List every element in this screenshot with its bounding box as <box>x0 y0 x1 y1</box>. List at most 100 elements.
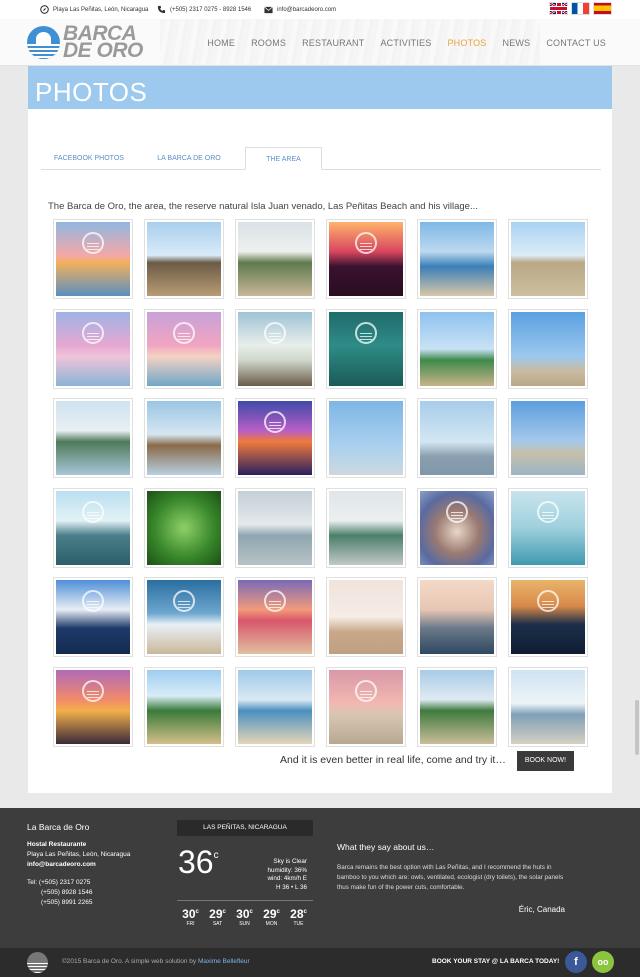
footer-email[interactable]: info@barcadeoro.com <box>27 860 130 870</box>
site-header: BARCA DE ORO HOME ROOMS RESTAURANT ACTIV… <box>0 19 640 66</box>
phone-icon <box>157 5 166 14</box>
nav-rooms[interactable]: ROOMS <box>251 38 286 48</box>
nav-news[interactable]: NEWS <box>503 38 531 48</box>
photo-image <box>56 490 130 565</box>
gallery-photo[interactable] <box>53 487 133 568</box>
gallery-photo[interactable] <box>53 308 133 389</box>
footer-brand: La Barca de Oro <box>27 822 90 832</box>
site-footer: La Barca de Oro Hostal Restaurante Playa… <box>0 808 640 948</box>
gallery-photo[interactable] <box>417 398 497 478</box>
photo-image <box>238 311 312 386</box>
photo-image <box>238 580 312 654</box>
gallery-photo[interactable] <box>144 487 224 568</box>
book-stay-link[interactable]: BOOK YOUR STAY @ LA BARCA TODAY! <box>432 958 559 965</box>
gallery-photo[interactable] <box>53 398 133 478</box>
address-info: Playa Las Peñitas, León, Nicaragua <box>40 5 148 14</box>
watermark-logo-icon <box>537 590 559 613</box>
photo-image <box>511 401 585 475</box>
watermark-logo-icon <box>264 411 286 434</box>
weather-current-temp: 36c <box>178 844 219 881</box>
tab-facebook-photos[interactable]: FACEBOOK PHOTOS <box>49 147 129 170</box>
gallery-photo[interactable] <box>53 219 133 299</box>
envelope-icon <box>264 5 273 14</box>
nav-restaurant[interactable]: RESTAURANT <box>302 38 364 48</box>
gallery-photo[interactable] <box>326 666 406 747</box>
footer-tel-2: (+505) 8928 1546 <box>41 889 93 896</box>
gallery-photo[interactable] <box>326 487 406 568</box>
book-now-button[interactable]: BOOK NOW! <box>517 751 574 771</box>
tab-the-area[interactable]: THE AREA <box>245 147 322 170</box>
copyright-text: ©2015 Barca de Oro. A simple web solutio… <box>62 958 197 965</box>
gallery-photo[interactable] <box>326 398 406 478</box>
watermark-logo-icon <box>173 321 195 344</box>
gallery-photo[interactable] <box>417 487 497 568</box>
watermark-logo-icon <box>264 321 286 344</box>
gallery-photo[interactable] <box>53 577 133 657</box>
gallery-photo[interactable] <box>235 219 315 299</box>
watermark-logo-icon <box>355 321 377 344</box>
logo-line-2: DE ORO <box>63 39 143 62</box>
gallery-photo[interactable] <box>508 577 588 657</box>
gallery-photo[interactable] <box>508 666 588 747</box>
gallery-photo[interactable] <box>508 308 588 389</box>
nav-home[interactable]: HOME <box>207 38 235 48</box>
tripadvisor-icon[interactable]: oo <box>592 951 614 973</box>
footer-logo-icon[interactable] <box>27 952 48 973</box>
nav-contact-us[interactable]: CONTACT US <box>546 38 606 48</box>
watermark-logo-icon <box>355 232 377 255</box>
gallery-photo[interactable] <box>508 487 588 568</box>
photo-image <box>420 222 494 296</box>
watermark-logo-icon <box>82 321 104 344</box>
gallery-photo[interactable] <box>235 308 315 389</box>
gallery-photo[interactable] <box>326 577 406 657</box>
gallery-photo[interactable] <box>144 308 224 389</box>
gallery-photo[interactable] <box>417 666 497 747</box>
spain-flag-icon[interactable] <box>593 2 612 15</box>
gallery-photo[interactable] <box>144 219 224 299</box>
gallery-photo[interactable] <box>235 398 315 478</box>
gallery-photo[interactable] <box>508 219 588 299</box>
gallery-photo[interactable] <box>417 577 497 657</box>
gallery-photo[interactable] <box>235 666 315 747</box>
gallery-photo[interactable] <box>235 487 315 568</box>
content-panel: PHOTOS FACEBOOK PHOTOS LA BARCA DE ORO T… <box>28 66 612 793</box>
photo-image <box>56 222 130 296</box>
nav-photos[interactable]: PHOTOS <box>447 38 486 48</box>
gallery-photo[interactable] <box>144 398 224 478</box>
watermark-logo-icon <box>82 500 104 523</box>
weather-temp-value: 36 <box>178 844 214 880</box>
footer-subtitle: Hostal Restaurante <box>27 841 87 848</box>
email-info[interactable]: info@barcadeoro.com <box>264 5 336 14</box>
phone-info: (+505) 2317 0275 - 8928 1546 <box>157 5 251 14</box>
testimonial-author: Éric, Canada <box>518 905 565 914</box>
gallery-photo[interactable] <box>144 577 224 657</box>
watermark-logo-icon <box>82 679 104 702</box>
weather-location: LAS PEÑITAS, NICARAGUA <box>177 820 313 836</box>
photo-image <box>329 222 403 296</box>
address-text: Playa Las Peñitas, León, Nicaragua <box>53 6 149 13</box>
gallery-photo[interactable] <box>508 398 588 478</box>
main-nav: HOME ROOMS RESTAURANT ACTIVITIES PHOTOS … <box>207 38 606 48</box>
forecast-day: 29c SAT <box>209 907 226 927</box>
gallery-photo[interactable] <box>417 219 497 299</box>
tab-la-barca-de-oro[interactable]: LA BARCA DE ORO <box>149 147 229 170</box>
weather-forecast: 30c FRI 29c SAT 30c SUN 29c MON 28c TUE <box>181 907 308 927</box>
gallery-photo[interactable] <box>326 308 406 389</box>
gallery-intro: The Barca de Oro, the area, the reserve … <box>48 201 478 212</box>
logo-sun-icon <box>27 25 60 59</box>
uk-flag-icon[interactable] <box>549 2 568 15</box>
page-scrollbar[interactable] <box>635 700 639 755</box>
photo-image <box>511 311 585 386</box>
site-logo[interactable]: BARCA DE ORO <box>27 23 143 62</box>
gallery-photo[interactable] <box>144 666 224 747</box>
gallery-photo[interactable] <box>53 666 133 747</box>
email-link[interactable]: info@barcadeoro.com <box>277 7 336 13</box>
gallery-photo[interactable] <box>417 308 497 389</box>
gallery-photo[interactable] <box>326 219 406 299</box>
author-link[interactable]: Maxime Bellefleur <box>198 958 250 965</box>
france-flag-icon[interactable] <box>571 2 590 15</box>
facebook-icon[interactable]: f <box>565 951 587 973</box>
nav-activities[interactable]: ACTIVITIES <box>380 38 431 48</box>
gallery-photo[interactable] <box>235 577 315 657</box>
photo-image <box>238 490 312 565</box>
